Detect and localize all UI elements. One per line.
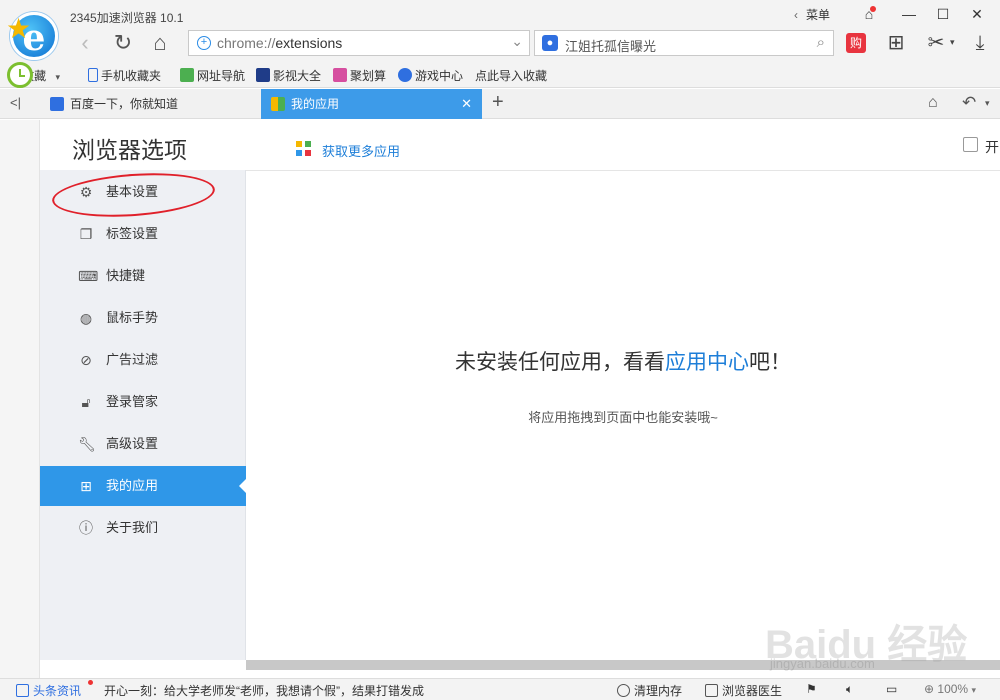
search-icon[interactable]: ⌕	[817, 34, 825, 51]
empty-state-hint: 将应用拖拽到页面中也能安装哦~	[528, 410, 718, 425]
bookmark-nav[interactable]: 网址导航	[180, 67, 245, 84]
address-path: extensions	[275, 35, 343, 51]
baidu-paw-icon	[50, 97, 64, 111]
close-tab-icon[interactable]: ✕	[461, 89, 472, 119]
block-icon: ⊘	[80, 352, 92, 368]
info-icon: ⓘ	[79, 520, 93, 536]
status-bar: 头条资讯 开心一刻：给大学老师发“老师，我想请个假”，结果打错发成 清理内存 浏…	[0, 678, 1000, 700]
sidebar-item-about[interactable]: ⓘ 关于我们	[40, 508, 246, 548]
sidebar-item-gestures[interactable]: ◍ 鼠标手势	[40, 298, 246, 338]
page-info-icon[interactable]: +	[197, 36, 211, 50]
bookmark-import[interactable]: 点此导入收藏	[475, 67, 547, 84]
sidebar-toggle-icon[interactable]: <|	[10, 95, 21, 110]
undo-dropdown-icon[interactable]: ▾	[985, 98, 990, 109]
minimize-button[interactable]: —	[896, 4, 922, 24]
game-icon	[398, 68, 412, 82]
quick-sidebar	[0, 120, 40, 680]
tab-baidu[interactable]: 百度一下，你就知道	[40, 89, 260, 119]
get-more-apps-link[interactable]: 获取更多应用	[296, 141, 400, 160]
refresh-button[interactable]: ↻	[110, 30, 136, 56]
notification-dot	[870, 6, 876, 12]
favorites-star-icon[interactable]: ★	[6, 12, 31, 45]
zoom-icon: ⊕	[924, 682, 935, 696]
bookmark-game[interactable]: 游戏中心	[398, 67, 463, 84]
tab-manager-icon[interactable]: ⌂	[928, 94, 938, 112]
chevron-down-icon: ▾	[55, 72, 60, 82]
chevron-down-icon: ▾	[971, 685, 976, 695]
app-center-link[interactable]: 应用中心	[665, 351, 749, 374]
gauge-icon	[617, 684, 630, 697]
settings-sidebar: ⚙ 基本设置 ❐ 标签设置 ⌨ 快捷键 ◍ 鼠标手势 ⊘ 广告过滤 🔓︎ 登录管家 🔧︎ 高级…	[40, 170, 247, 660]
bookmark-film[interactable]: 影视大全	[256, 67, 321, 84]
lock-icon: 🔓︎	[81, 394, 91, 410]
home-button[interactable]: ⌂	[147, 30, 173, 56]
doctor-icon	[705, 684, 718, 697]
scissors-dropdown-icon[interactable]: ▾	[950, 37, 955, 48]
tab-my-apps[interactable]: 我的应用 ✕	[261, 89, 482, 119]
shopping-button[interactable]: 购	[846, 33, 866, 53]
sidebar-item-adblock[interactable]: ⊘ 广告过滤	[40, 340, 246, 380]
news-button[interactable]: 头条资讯	[16, 682, 81, 699]
search-box[interactable]: ● 江姐托孤信曝光 ⌕	[534, 30, 834, 56]
keyboard-icon: ⌨	[78, 268, 99, 284]
apps-grid-icon[interactable]: ⊞	[882, 30, 910, 56]
back-button[interactable]: ‹	[72, 30, 98, 56]
news-notification-dot	[88, 680, 93, 685]
zoom-control[interactable]: ⊕ 100% ▾	[924, 682, 976, 696]
phone-icon	[88, 68, 98, 82]
apps-color-icon	[296, 141, 312, 157]
download-icon[interactable]: ⤓	[966, 30, 994, 56]
chevron-down-icon[interactable]: ⌄	[511, 33, 523, 50]
undo-icon[interactable]: ↶	[962, 93, 976, 113]
apps-icon	[271, 97, 285, 111]
browser-doctor-button[interactable]: 浏览器医生	[705, 682, 782, 699]
page-title: 浏览器选项	[72, 137, 187, 163]
bookmark-deal[interactable]: 聚划算	[333, 67, 386, 84]
divider	[246, 170, 1000, 171]
new-tab-button[interactable]: +	[492, 91, 504, 114]
sidebar-item-login[interactable]: 🔓︎ 登录管家	[40, 382, 246, 422]
history-clock-icon[interactable]	[7, 62, 33, 88]
watermark-url: jingyan.baidu.com	[770, 656, 875, 671]
news-ticker[interactable]: 开心一刻：给大学老师发“老师，我想请个假”，结果打错发成	[104, 682, 424, 699]
baidu-paw-icon[interactable]: ●	[542, 35, 558, 51]
scissors-icon[interactable]: ✂	[922, 30, 950, 56]
sidebar-item-advanced[interactable]: 🔧︎ 高级设置	[40, 424, 246, 464]
wrench-icon: 🔧︎	[78, 436, 96, 452]
deal-icon	[333, 68, 347, 82]
checkbox-label: 开	[985, 139, 999, 155]
address-bar[interactable]: + chrome://extensions ⌄	[188, 30, 530, 56]
film-icon	[256, 68, 270, 82]
apps-icon: ⊞	[80, 478, 92, 494]
menu-button[interactable]: ‹ 菜单	[794, 6, 830, 23]
sidebar-item-shortcuts[interactable]: ⌨ 快捷键	[40, 256, 246, 296]
flag-icon[interactable]: ⚑	[806, 682, 817, 696]
nav-icon	[180, 68, 194, 82]
sidebar-item-my-apps[interactable]: ⊞ 我的应用	[40, 466, 247, 506]
skin-icon[interactable]: ⌂	[856, 4, 882, 24]
bookmarks-bar: ★ 收藏 ▾ 手机收藏夹 网址导航 影视大全 聚划算 游戏中心 点此导入收藏	[0, 62, 1000, 88]
developer-mode-checkbox[interactable]	[963, 137, 978, 152]
tab-bar: <| 百度一下，你就知道 我的应用 ✕ + ⌂ ↶ ▾	[0, 89, 1000, 119]
mouse-icon: ◍	[79, 310, 93, 326]
search-suggestion[interactable]: 江姐托孤信曝光	[565, 36, 656, 55]
speaker-icon[interactable]: 🔈︎	[846, 682, 853, 697]
sidebar-item-tabs[interactable]: ❐ 标签设置	[40, 214, 246, 254]
close-window-button[interactable]: ✕	[964, 4, 990, 24]
bookmark-mobile[interactable]: 手机收藏夹	[88, 67, 161, 84]
tabs-icon: ❐	[79, 226, 93, 242]
clean-memory-button[interactable]: 清理内存	[617, 682, 682, 699]
empty-state-message: 未安装任何应用，看看应用中心吧！	[455, 351, 791, 374]
maximize-button[interactable]: ☐	[930, 4, 956, 24]
news-icon	[16, 684, 29, 697]
window-icon[interactable]: ▭	[886, 682, 897, 696]
address-scheme: chrome://	[217, 35, 276, 51]
window-title: 2345加速浏览器 10.1	[70, 11, 184, 25]
